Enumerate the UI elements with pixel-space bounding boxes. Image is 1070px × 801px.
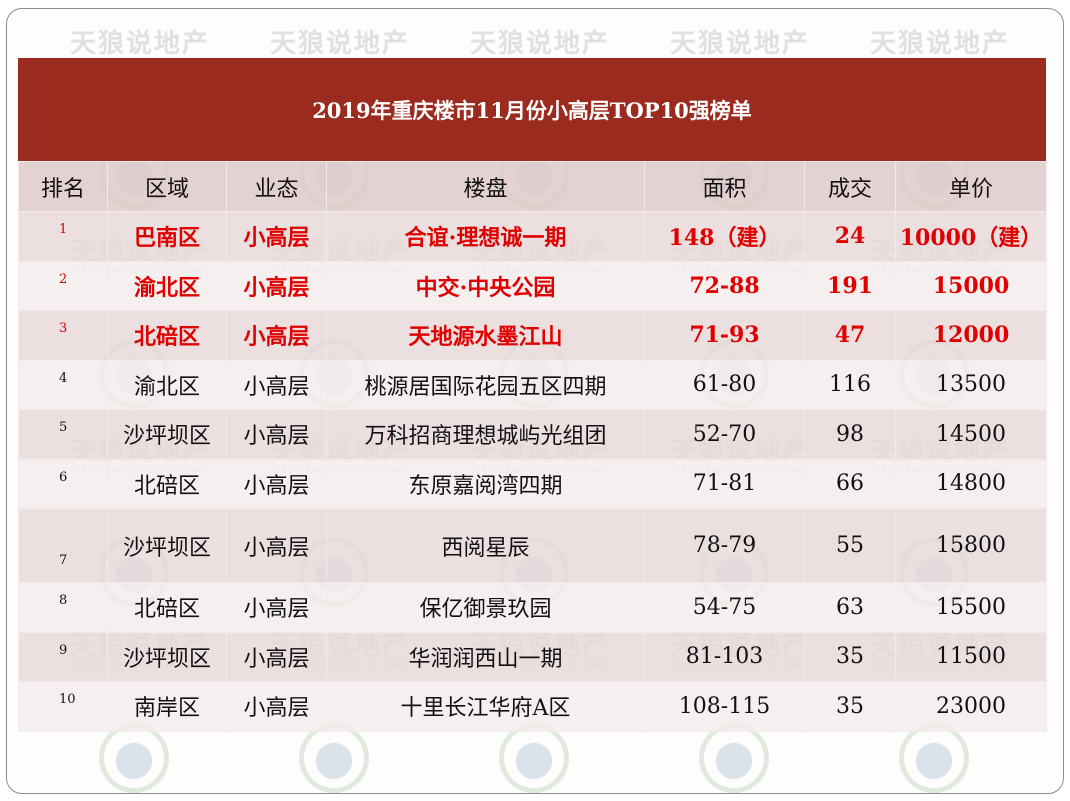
deals-cell: 55 — [804, 508, 896, 583]
deals-cell: 116 — [804, 359, 896, 410]
project-cell: 万科招商理想城屿光组团 — [326, 409, 645, 460]
area-cell: 渝北区 — [107, 359, 227, 410]
deals-cell: 35 — [804, 681, 896, 732]
area-cell: 北碚区 — [107, 458, 227, 509]
table-row: 3 北碚区 小高层 天地源水墨江山 71-93 47 12000 — [18, 310, 1047, 361]
price-cell: 15000 — [895, 260, 1047, 311]
deals-cell: 47 — [804, 310, 896, 361]
type-cell: 小高层 — [226, 681, 327, 732]
area-cell: 北碚区 — [107, 582, 227, 633]
rank-cell: 7 — [18, 508, 108, 583]
size-cell: 72-88 — [644, 260, 805, 311]
type-cell: 小高层 — [226, 359, 327, 410]
ranking-table: 排名 区域 业态 楼盘 面积 成交 单价 1 巴南区 小高层 合谊·理想诚一期 … — [18, 161, 1047, 732]
project-cell: 十里长江华府A区 — [326, 681, 645, 732]
column-header-price: 单价 — [895, 161, 1047, 212]
wolf-logo-icon — [99, 723, 169, 793]
size-cell: 54-75 — [644, 582, 805, 633]
type-cell: 小高层 — [226, 409, 327, 460]
price-cell: 13500 — [895, 359, 1047, 410]
project-cell: 合谊·理想诚一期 — [326, 211, 645, 262]
table-row: 4 渝北区 小高层 桃源居国际花园五区四期 61-80 116 13500 — [18, 359, 1047, 410]
wolf-logo-icon — [299, 723, 369, 793]
column-header-project: 楼盘 — [326, 161, 645, 212]
table-row: 7 沙坪坝区 小高层 西阅星辰 78-79 55 15800 — [18, 508, 1047, 583]
rank-cell: 5 — [18, 409, 108, 460]
column-header-area: 区域 — [107, 161, 227, 212]
area-cell: 渝北区 — [107, 260, 227, 311]
project-cell: 中交·中央公园 — [326, 260, 645, 311]
ranking-table-container: 2019年重庆楼市11月份小高层TOP10强榜单 排名 区域 业态 楼盘 面积 … — [18, 58, 1047, 732]
price-cell: 11500 — [895, 631, 1047, 682]
table-row: 9 沙坪坝区 小高层 华润润西山一期 81-103 35 11500 — [18, 631, 1047, 682]
column-header-size: 面积 — [644, 161, 805, 212]
size-cell: 61-80 — [644, 359, 805, 410]
deals-cell: 66 — [804, 458, 896, 509]
size-cell: 78-79 — [644, 508, 805, 583]
area-cell: 沙坪坝区 — [107, 508, 227, 583]
price-cell: 14800 — [895, 458, 1047, 509]
rank-cell: 4 — [18, 359, 108, 410]
project-cell: 华润润西山一期 — [326, 631, 645, 682]
project-cell: 桃源居国际花园五区四期 — [326, 359, 645, 410]
column-header-deals: 成交 — [804, 161, 896, 212]
wolf-logo-icon — [699, 723, 769, 793]
deals-cell: 98 — [804, 409, 896, 460]
area-cell: 巴南区 — [107, 211, 227, 262]
column-header-rank: 排名 — [18, 161, 108, 212]
type-cell: 小高层 — [226, 310, 327, 361]
type-cell: 小高层 — [226, 458, 327, 509]
wolf-logo-icon — [899, 723, 969, 793]
project-cell: 东原嘉阅湾四期 — [326, 458, 645, 509]
area-cell: 北碚区 — [107, 310, 227, 361]
type-cell: 小高层 — [226, 260, 327, 311]
rank-cell: 3 — [18, 310, 108, 361]
project-cell: 西阅星辰 — [326, 508, 645, 583]
rank-cell: 1 — [18, 211, 108, 262]
size-cell: 52-70 — [644, 409, 805, 460]
column-header-type: 业态 — [226, 161, 327, 212]
size-cell: 108-115 — [644, 681, 805, 732]
type-cell: 小高层 — [226, 508, 327, 583]
wolf-logo-icon — [499, 723, 569, 793]
price-cell: 23000 — [895, 681, 1047, 732]
deals-cell: 35 — [804, 631, 896, 682]
area-cell: 南岸区 — [107, 681, 227, 732]
rank-cell: 2 — [18, 260, 108, 311]
price-cell: 10000（建） — [895, 211, 1047, 262]
table-row: 1 巴南区 小高层 合谊·理想诚一期 148（建） 24 10000（建） — [18, 211, 1047, 262]
type-cell: 小高层 — [226, 631, 327, 682]
price-cell: 14500 — [895, 409, 1047, 460]
area-cell: 沙坪坝区 — [107, 409, 227, 460]
table-title: 2019年重庆楼市11月份小高层TOP10强榜单 — [18, 58, 1046, 161]
deals-cell: 191 — [804, 260, 896, 311]
table-row: 2 渝北区 小高层 中交·中央公园 72-88 191 15000 — [18, 260, 1047, 311]
price-cell: 12000 — [895, 310, 1047, 361]
type-cell: 小高层 — [226, 211, 327, 262]
table-row: 8 北碚区 小高层 保亿御景玖园 54-75 63 15500 — [18, 582, 1047, 633]
size-cell: 71-93 — [644, 310, 805, 361]
size-cell: 81-103 — [644, 631, 805, 682]
table-header-row: 排名 区域 业态 楼盘 面积 成交 单价 — [18, 161, 1047, 212]
rank-cell: 9 — [18, 631, 108, 682]
size-cell: 148（建） — [644, 211, 805, 262]
type-cell: 小高层 — [226, 582, 327, 633]
rank-cell: 10 — [18, 681, 108, 732]
project-cell: 保亿御景玖园 — [326, 582, 645, 633]
price-cell: 15800 — [895, 508, 1047, 583]
rank-cell: 6 — [18, 458, 108, 509]
rank-cell: 8 — [18, 582, 108, 633]
project-cell: 天地源水墨江山 — [326, 310, 645, 361]
deals-cell: 24 — [804, 211, 896, 262]
table-row: 6 北碚区 小高层 东原嘉阅湾四期 71-81 66 14800 — [18, 458, 1047, 509]
price-cell: 15500 — [895, 582, 1047, 633]
size-cell: 71-81 — [644, 458, 805, 509]
table-row: 5 沙坪坝区 小高层 万科招商理想城屿光组团 52-70 98 14500 — [18, 409, 1047, 460]
table-row: 10 南岸区 小高层 十里长江华府A区 108-115 35 23000 — [18, 681, 1047, 732]
deals-cell: 63 — [804, 582, 896, 633]
area-cell: 沙坪坝区 — [107, 631, 227, 682]
